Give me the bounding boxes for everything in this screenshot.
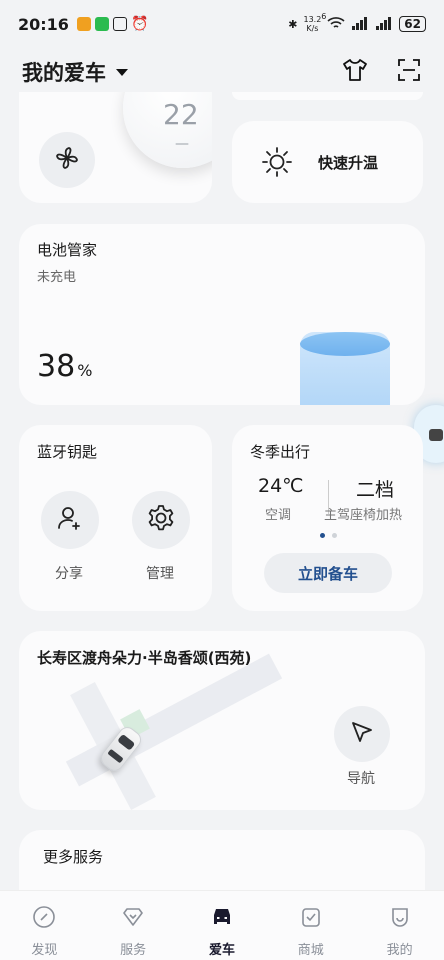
tab-my-car-label: 爱车 xyxy=(208,943,235,958)
car-icon xyxy=(210,905,234,933)
prepare-car-label: 立即备车 xyxy=(297,564,358,583)
net-speed: 13.2 K/s xyxy=(303,15,322,33)
fan-icon xyxy=(53,144,81,176)
shop-bag-icon xyxy=(299,905,323,933)
compass-icon xyxy=(32,905,56,933)
location-address: 长寿区渡舟朵力·半岛香颂(西苑) xyxy=(37,649,252,667)
battery-level-graphic xyxy=(300,332,390,405)
tab-service[interactable]: 服务 xyxy=(103,905,163,958)
more-services-title: 更多服务 xyxy=(43,848,104,866)
bottom-tab-bar: 发现 服务 爱车 商城 我的 xyxy=(0,890,444,960)
app-header: 我的爱车 xyxy=(0,52,444,92)
battery-percent: 38% xyxy=(37,349,93,384)
battery-indicator: 62 xyxy=(399,16,426,32)
charging-status: 未充电 xyxy=(37,270,77,285)
sun-icon xyxy=(260,145,294,183)
climate-card[interactable]: 22 — xyxy=(19,92,212,203)
gear-icon xyxy=(146,503,176,537)
wifi-superscript: 6 xyxy=(321,11,327,21)
heart-diamond-icon xyxy=(121,905,145,933)
signal-icon xyxy=(351,16,369,33)
car-mini-icon xyxy=(429,429,443,441)
tab-discover[interactable]: 发现 xyxy=(14,905,74,958)
prepare-car-button[interactable]: 立即备车 xyxy=(264,553,392,593)
nfc-icon xyxy=(112,17,127,31)
manage-label[interactable]: 管理 xyxy=(146,563,174,583)
add-person-icon xyxy=(56,504,84,536)
top-right-card-remnant xyxy=(232,92,423,100)
share-key-button[interactable] xyxy=(41,491,99,549)
navigation-arrow-icon xyxy=(349,719,375,749)
vehicle-selector-title[interactable]: 我的爱车 xyxy=(22,57,106,87)
alarm-icon: ⏰ xyxy=(130,16,149,32)
tab-discover-label: 发现 xyxy=(31,943,58,958)
ac-temperature: 24℃ xyxy=(258,475,304,497)
page-dot xyxy=(332,533,337,538)
winter-trip-card: 冬季出行 24℃ 空调 二档 主驾座椅加热 立即备车 xyxy=(232,425,423,611)
quick-heat-label: 快速升温 xyxy=(318,154,379,172)
status-bar: 20:16 ⏰ ✱ 13.2 K/s 6 62 xyxy=(0,0,444,48)
tab-me-label: 我的 xyxy=(386,943,413,958)
seat-heat-level: 二档 xyxy=(356,479,395,501)
battery-card[interactable]: 电池管家 未充电 38% xyxy=(19,224,425,405)
temperature-dial[interactable]: 22 — xyxy=(123,92,212,168)
bluetooth-key-card: 蓝牙钥匙 分享 管理 xyxy=(19,425,212,611)
tab-service-label: 服务 xyxy=(120,943,147,958)
scan-icon[interactable] xyxy=(396,57,422,87)
tab-shop-label: 商城 xyxy=(297,943,324,958)
app-notification-icon xyxy=(76,17,91,31)
signal-icon-2 xyxy=(375,16,393,33)
temperature-value: 22 xyxy=(163,98,199,131)
battery-card-title: 电池管家 xyxy=(37,241,98,259)
smile-icon xyxy=(388,905,412,933)
share-label[interactable]: 分享 xyxy=(55,563,83,583)
ac-label: 空调 xyxy=(265,508,292,523)
winter-trip-title: 冬季出行 xyxy=(250,443,311,461)
tab-me[interactable]: 我的 xyxy=(370,905,430,958)
page-dot-active xyxy=(320,533,325,538)
navigate-label[interactable]: 导航 xyxy=(347,768,375,788)
location-card[interactable]: 长寿区渡舟朵力·半岛香颂(西苑) 导航 xyxy=(19,631,425,810)
wechat-icon xyxy=(94,17,109,31)
mini-map[interactable] xyxy=(39,653,283,810)
seat-heat-label: 主驾座椅加热 xyxy=(324,508,403,523)
manage-key-button[interactable] xyxy=(132,491,190,549)
bluetooth-key-title: 蓝牙钥匙 xyxy=(37,443,98,461)
quick-heat-card[interactable]: 快速升温 xyxy=(232,121,423,203)
fan-button[interactable] xyxy=(39,132,95,188)
navigate-button[interactable] xyxy=(334,706,390,762)
bluetooth-icon: ✱ xyxy=(288,17,298,31)
wifi-icon: 6 xyxy=(321,12,345,33)
chevron-down-icon[interactable] xyxy=(116,68,128,76)
tshirt-icon[interactable] xyxy=(342,57,368,87)
tab-shop[interactable]: 商城 xyxy=(281,905,341,958)
clock: 20:16 xyxy=(18,14,69,34)
temperature-dash: — xyxy=(175,136,189,152)
tab-my-car[interactable]: 爱车 xyxy=(192,905,252,958)
